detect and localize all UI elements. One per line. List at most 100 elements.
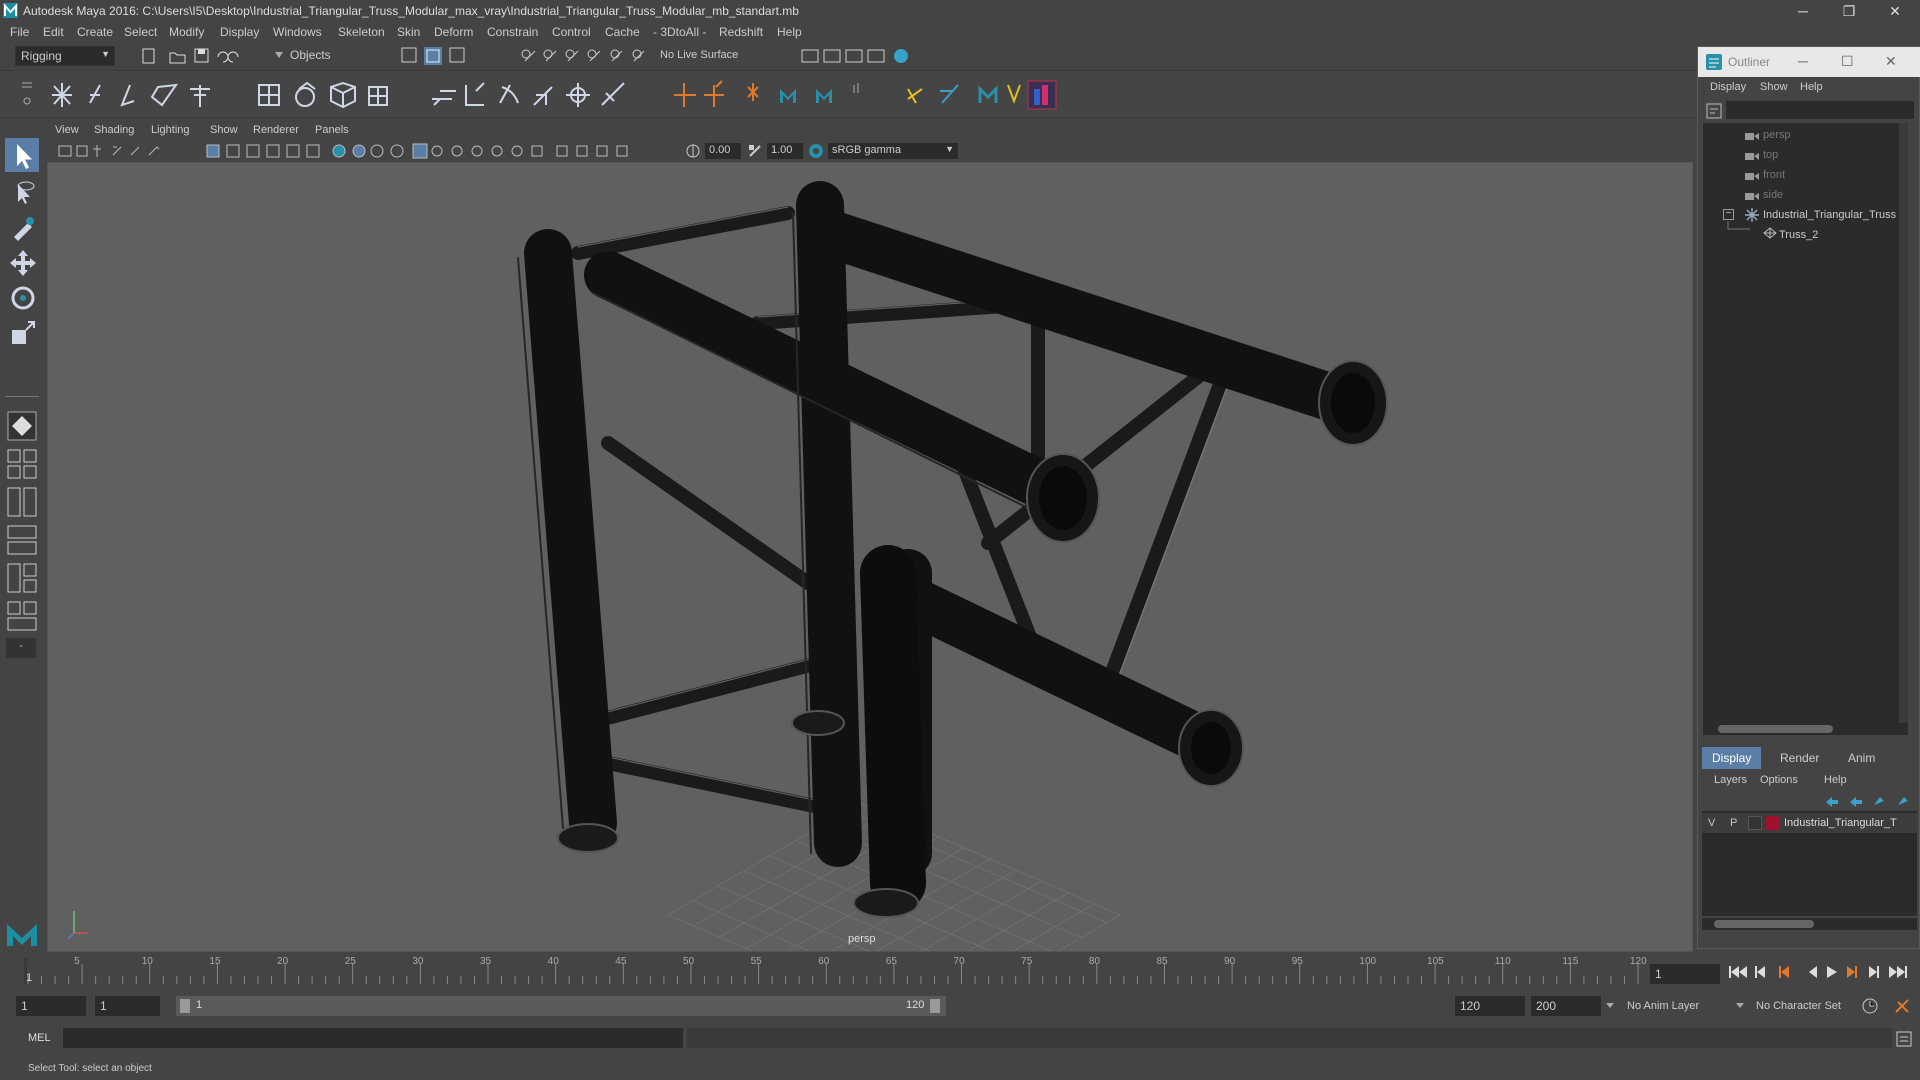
restore-button[interactable]: ❐	[1826, 0, 1872, 22]
menu-cache[interactable]: Cache	[605, 25, 640, 39]
menu-windows[interactable]: Windows	[273, 25, 322, 39]
layer-playback-toggle[interactable]: P	[1730, 817, 1737, 829]
paint-select-icon[interactable]	[8, 213, 38, 243]
outliner-minimize-button[interactable]: ─	[1798, 53, 1808, 69]
color-space-dropdown[interactable]: sRGB gamma ▼	[828, 143, 958, 159]
layer-row[interactable]: V P Industrial_Triangular_T	[1702, 813, 1917, 833]
menu-create[interactable]: Create	[77, 25, 113, 39]
layer-visibility-toggle[interactable]: V	[1708, 817, 1715, 829]
scene-3d-view[interactable]	[48, 163, 1693, 952]
rotate-tool-icon[interactable]	[8, 283, 38, 313]
gamma-field[interactable]: 1.00	[767, 143, 803, 159]
layer-tab-display[interactable]: Display	[1702, 747, 1762, 769]
scroll-thumb[interactable]	[1714, 920, 1814, 928]
outliner-close-button[interactable]: ✕	[1885, 53, 1897, 70]
menu-skin[interactable]: Skin	[397, 25, 420, 39]
constraint-tools-icons[interactable]	[430, 81, 640, 111]
time-slider[interactable]: 5 10 15 20 25 30 35 40 45 50 55 60 65 70 75 80 85 90 95 100…	[0, 952, 1920, 988]
rigging-shelf-icons[interactable]	[672, 79, 1062, 111]
auto-key-icons[interactable]	[1860, 996, 1915, 1016]
outliner-menu-show[interactable]: Show	[1760, 81, 1788, 93]
chevron-down-icon[interactable]	[1735, 1002, 1745, 1010]
playback-controls[interactable]	[1725, 962, 1915, 982]
menu-skeleton[interactable]: Skeleton	[338, 25, 385, 39]
stacked-layout-icon[interactable]	[6, 524, 38, 556]
menu-3dtoall[interactable]: - 3DtoAll -	[653, 25, 706, 39]
chevron-down-icon[interactable]	[1605, 1002, 1615, 1010]
menu-set-dropdown[interactable]: Rigging ▼	[15, 46, 115, 66]
perspective-viewport[interactable]: persp	[47, 162, 1693, 952]
menu-edit[interactable]: Edit	[43, 25, 64, 39]
layer-horizontal-scrollbar[interactable]	[1702, 918, 1917, 930]
character-set-dropdown[interactable]: No Character Set	[1756, 1000, 1841, 1012]
close-button[interactable]: ✕	[1872, 0, 1918, 22]
vp-menu-view[interactable]: View	[55, 124, 79, 136]
menu-file[interactable]: File	[10, 25, 29, 39]
select-tool-button[interactable]	[5, 138, 39, 172]
menu-help[interactable]: Help	[777, 25, 802, 39]
outliner-menu-display[interactable]: Display	[1710, 81, 1746, 93]
layer-menu-help[interactable]: Help	[1824, 774, 1847, 786]
render-tools-icons[interactable]	[800, 46, 910, 66]
vp-menu-renderer[interactable]: Renderer	[253, 124, 299, 136]
layer-name[interactable]: Industrial_Triangular_T	[1784, 817, 1914, 829]
snap-tools-icons[interactable]	[520, 46, 650, 66]
range-slider[interactable]: 1 120	[176, 996, 946, 1016]
outliner-vertical-scrollbar[interactable]	[1899, 123, 1908, 723]
menu-control[interactable]: Control	[552, 25, 591, 39]
outliner-layout-icon[interactable]	[6, 600, 38, 632]
outliner-item-persp[interactable]: persp	[1763, 129, 1791, 141]
outliner-item-front[interactable]: front	[1763, 169, 1785, 181]
menu-modify[interactable]: Modify	[169, 25, 204, 39]
outliner-maximize-button[interactable]: ☐	[1841, 53, 1854, 70]
file-actions-icons[interactable]	[140, 47, 240, 65]
layer-color-swatch[interactable]	[1766, 816, 1780, 830]
dropdown-arrow-icon[interactable]	[275, 50, 283, 60]
outliner-item-truss-group[interactable]: Industrial_Triangular_Truss	[1763, 209, 1896, 221]
menu-constrain[interactable]: Constrain	[487, 25, 538, 39]
playback-end-field[interactable]: 120	[1455, 996, 1525, 1016]
menu-select[interactable]: Select	[124, 25, 157, 39]
scroll-thumb[interactable]	[1718, 725, 1833, 733]
layer-tab-anim[interactable]: Anim	[1838, 747, 1885, 769]
script-language-label[interactable]: MEL	[28, 1032, 51, 1044]
anim-layer-dropdown[interactable]: No Anim Layer	[1627, 1000, 1699, 1012]
menu-display[interactable]: Display	[220, 25, 259, 39]
deformer-tools-icons[interactable]	[255, 81, 395, 111]
lasso-tool-icon[interactable]	[8, 178, 38, 208]
three-pane-layout-icon[interactable]	[6, 562, 38, 594]
live-surface-label[interactable]: No Live Surface	[660, 49, 738, 61]
layer-action-icons[interactable]	[1824, 795, 1914, 809]
side-by-side-layout-icon[interactable]	[6, 486, 38, 518]
outliner-item-side[interactable]: side	[1763, 189, 1783, 201]
custom-layout-button[interactable]: -	[6, 638, 36, 658]
color-management-icon[interactable]	[808, 143, 824, 159]
minimize-button[interactable]: ─	[1780, 0, 1826, 22]
filter-icon[interactable]	[1706, 103, 1722, 119]
layer-menu-options[interactable]: Options	[1760, 774, 1798, 786]
outliner-horizontal-scrollbar[interactable]	[1703, 723, 1908, 735]
start-time-field[interactable]: 1	[16, 996, 86, 1016]
range-start-handle[interactable]	[180, 999, 190, 1013]
vp-menu-lighting[interactable]: Lighting	[151, 124, 190, 136]
outliner-search-input[interactable]	[1726, 101, 1914, 119]
range-end-handle[interactable]	[930, 999, 940, 1013]
exposure-icon[interactable]	[685, 143, 701, 159]
gamma-icon[interactable]	[747, 143, 763, 159]
layer-tab-render[interactable]: Render	[1770, 747, 1829, 769]
panel-toolbar-icons[interactable]	[57, 143, 697, 159]
four-view-layout-icon[interactable]	[6, 448, 38, 480]
vp-menu-show[interactable]: Show	[210, 124, 238, 136]
exposure-field[interactable]: 0.00	[705, 143, 741, 159]
vp-menu-shading[interactable]: Shading	[94, 124, 134, 136]
move-tool-icon[interactable]	[8, 248, 38, 278]
layer-ref-toggle[interactable]	[1748, 816, 1762, 830]
script-editor-icon[interactable]	[1895, 1030, 1913, 1048]
layer-menu-layers[interactable]: Layers	[1714, 774, 1747, 786]
scale-tool-icon[interactable]	[8, 318, 38, 348]
vp-menu-panels[interactable]: Panels	[315, 124, 349, 136]
outliner-menu-help[interactable]: Help	[1800, 81, 1823, 93]
end-time-field[interactable]: 200	[1531, 996, 1601, 1016]
mel-input[interactable]	[63, 1028, 683, 1048]
playback-start-field[interactable]: 1	[95, 996, 160, 1016]
